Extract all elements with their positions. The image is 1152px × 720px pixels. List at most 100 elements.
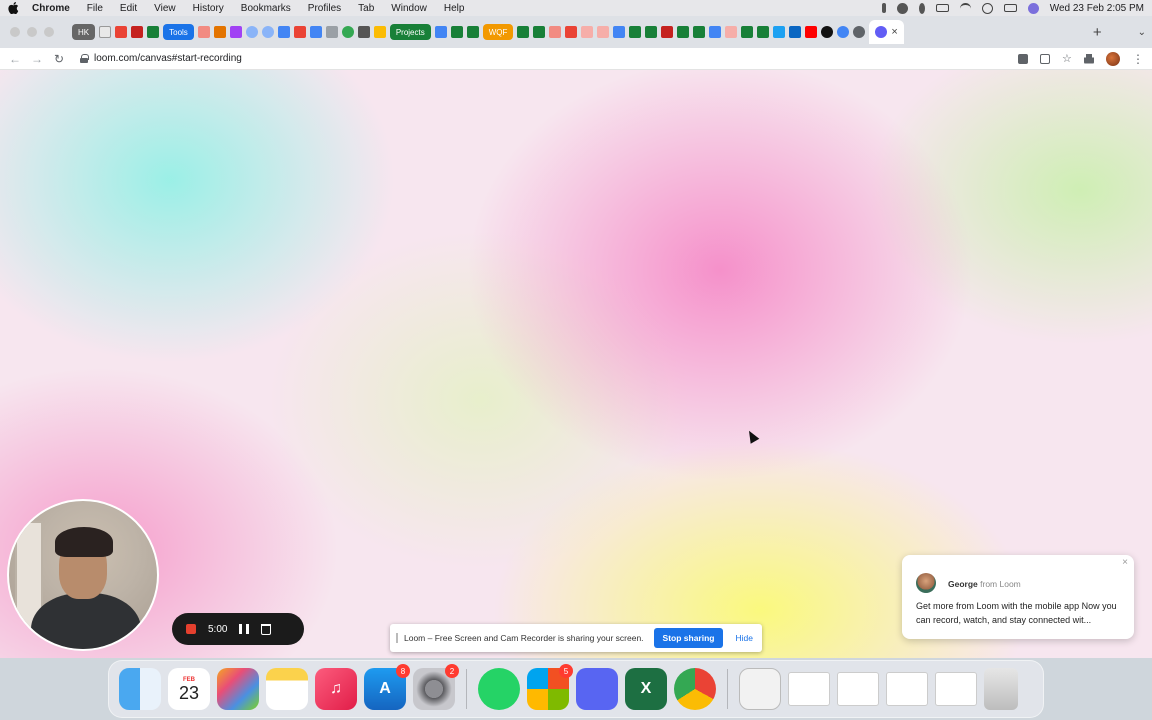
forward-button[interactable]: → (30, 52, 44, 66)
tab-favicon-icon[interactable] (565, 26, 578, 38)
menu-history[interactable]: History (193, 3, 224, 14)
share-icon[interactable] (1040, 53, 1050, 64)
discord-icon[interactable] (576, 668, 618, 710)
tab-favicon-calendar-icon[interactable] (99, 26, 112, 38)
new-tab-button[interactable]: + (1093, 24, 1102, 41)
camera-in-use-icon[interactable] (1018, 53, 1028, 64)
tab-favicon-sheets-icon[interactable] (757, 26, 770, 38)
lock-icon[interactable] (80, 54, 89, 63)
calendar-icon[interactable]: FEB 23 (168, 668, 210, 710)
tab-favicon-sheets-icon[interactable] (741, 26, 754, 38)
tab-favicon-gmail-icon[interactable] (661, 26, 674, 38)
tab-favicon-sheets-icon[interactable] (629, 26, 642, 38)
omnibox[interactable]: loom.com/canvas#start-recording (80, 53, 1018, 64)
tab-favicon-asana-icon[interactable] (197, 26, 210, 38)
menu-profiles[interactable]: Profiles (308, 3, 341, 14)
chrome-icon[interactable] (674, 668, 716, 710)
minimized-window-thumbnail[interactable] (837, 672, 879, 706)
menu-help[interactable]: Help (444, 3, 465, 14)
stop-recording-button[interactable] (186, 624, 196, 634)
tab-active-loom[interactable]: × (869, 20, 904, 44)
tab-favicon-icon[interactable] (341, 26, 354, 38)
tab-favicon-gmail-icon[interactable] (131, 26, 144, 38)
menu-edit[interactable]: Edit (120, 3, 137, 14)
chrome-menu-kebab-icon[interactable]: ⋮ (1132, 52, 1144, 66)
tab-favicon-sheets-icon[interactable] (645, 26, 658, 38)
hide-banner-button[interactable]: Hide (729, 633, 758, 643)
microsoft-office-icon[interactable]: 5 (527, 664, 573, 710)
tab-favicon-youtube-icon[interactable] (805, 26, 818, 38)
tab-favicon-icon[interactable] (245, 26, 258, 38)
documents-folder-icon[interactable] (739, 668, 781, 710)
close-notification-icon[interactable]: × (1122, 557, 1128, 568)
tab-group-hk[interactable]: HK (72, 24, 96, 40)
tab-favicon-docs-icon[interactable] (709, 26, 722, 38)
tab-favicon-gmail-icon[interactable] (115, 26, 128, 38)
tab-favicon-sheets-icon[interactable] (517, 26, 530, 38)
extensions-puzzle-icon[interactable] (1084, 53, 1094, 64)
tab-favicon-icon[interactable] (821, 26, 834, 38)
spotlight-search-icon[interactable] (981, 2, 993, 14)
bluetooth-icon[interactable] (918, 2, 925, 14)
grammarly-icon[interactable] (896, 2, 908, 14)
tab-favicon-sheets-icon[interactable] (466, 26, 479, 38)
delete-recording-button[interactable] (261, 623, 272, 635)
menu-bookmarks[interactable]: Bookmarks (241, 3, 291, 14)
excel-icon[interactable]: X (625, 668, 667, 710)
tab-favicon-icon[interactable] (277, 26, 290, 38)
tab-group-projects[interactable]: Projects (389, 24, 431, 40)
wifi-icon[interactable] (959, 2, 971, 14)
app-store-icon[interactable]: A8 (364, 664, 410, 710)
tab-favicon-icon[interactable] (725, 26, 738, 38)
menu-view[interactable]: View (154, 3, 176, 14)
notes-icon[interactable] (266, 668, 308, 710)
tab-favicon-icon[interactable] (325, 26, 338, 38)
tab-favicon-twitter-icon[interactable] (773, 26, 786, 38)
tab-favicon-icon[interactable] (213, 26, 226, 38)
zoom-window-button[interactable] (44, 27, 54, 37)
drag-handle-icon[interactable] (396, 633, 398, 643)
launchpad-icon[interactable] (217, 668, 259, 710)
minimized-window-thumbnail[interactable] (886, 672, 928, 706)
tab-favicon-sheets-icon[interactable] (147, 26, 160, 38)
menu-file[interactable]: File (87, 3, 103, 14)
music-icon[interactable]: ♫ (315, 668, 357, 710)
control-center-icon[interactable] (1003, 4, 1017, 12)
tab-group-wqf[interactable]: WQF (482, 24, 514, 40)
stop-sharing-button[interactable]: Stop sharing (653, 628, 724, 648)
tab-favicon-linkedin-icon[interactable] (789, 26, 802, 38)
tab-favicon-sheets-icon[interactable] (533, 26, 546, 38)
tab-favicon-google-icon[interactable] (837, 26, 850, 38)
trash-icon[interactable] (984, 668, 1018, 710)
siri-icon[interactable] (1027, 2, 1039, 14)
bookmark-star-icon[interactable]: ☆ (1062, 53, 1072, 64)
profile-avatar[interactable] (1106, 51, 1120, 66)
system-preferences-icon[interactable]: 2 (413, 664, 459, 710)
tab-favicon-icon[interactable] (309, 26, 322, 38)
tab-favicon-icon[interactable] (597, 26, 610, 38)
whatsapp-icon[interactable] (478, 668, 520, 710)
close-window-button[interactable] (10, 27, 20, 37)
reload-button[interactable]: ↻ (52, 52, 66, 66)
menubar-clock[interactable]: Wed 23 Feb 2:05 PM (1050, 3, 1144, 14)
microphone-icon[interactable] (881, 3, 886, 13)
tab-favicon-sheets-icon[interactable] (450, 26, 463, 38)
tab-search-icon[interactable]: ⌄ (1138, 27, 1146, 38)
minimized-window-thumbnail[interactable] (935, 672, 977, 706)
url-text[interactable]: loom.com/canvas#start-recording (94, 53, 242, 64)
loom-notification[interactable]: × George from Loom Get more from Loom wi… (902, 555, 1134, 639)
tab-group-tools[interactable]: Tools (163, 24, 194, 40)
minimized-window-thumbnail[interactable] (788, 672, 830, 706)
back-button[interactable]: ← (8, 52, 22, 66)
tab-favicon-icon[interactable] (293, 26, 306, 38)
apple-icon[interactable] (8, 2, 20, 14)
tab-favicon-docs-icon[interactable] (434, 26, 447, 38)
tab-favicon-icon[interactable] (581, 26, 594, 38)
minimize-window-button[interactable] (27, 27, 37, 37)
menu-window[interactable]: Window (391, 3, 427, 14)
pause-recording-button[interactable] (239, 624, 250, 634)
finder-icon[interactable] (119, 668, 161, 710)
tab-favicon-icon[interactable] (229, 26, 242, 38)
tab-favicon-icon[interactable] (853, 26, 866, 38)
tab-favicon-icon[interactable] (261, 26, 274, 38)
